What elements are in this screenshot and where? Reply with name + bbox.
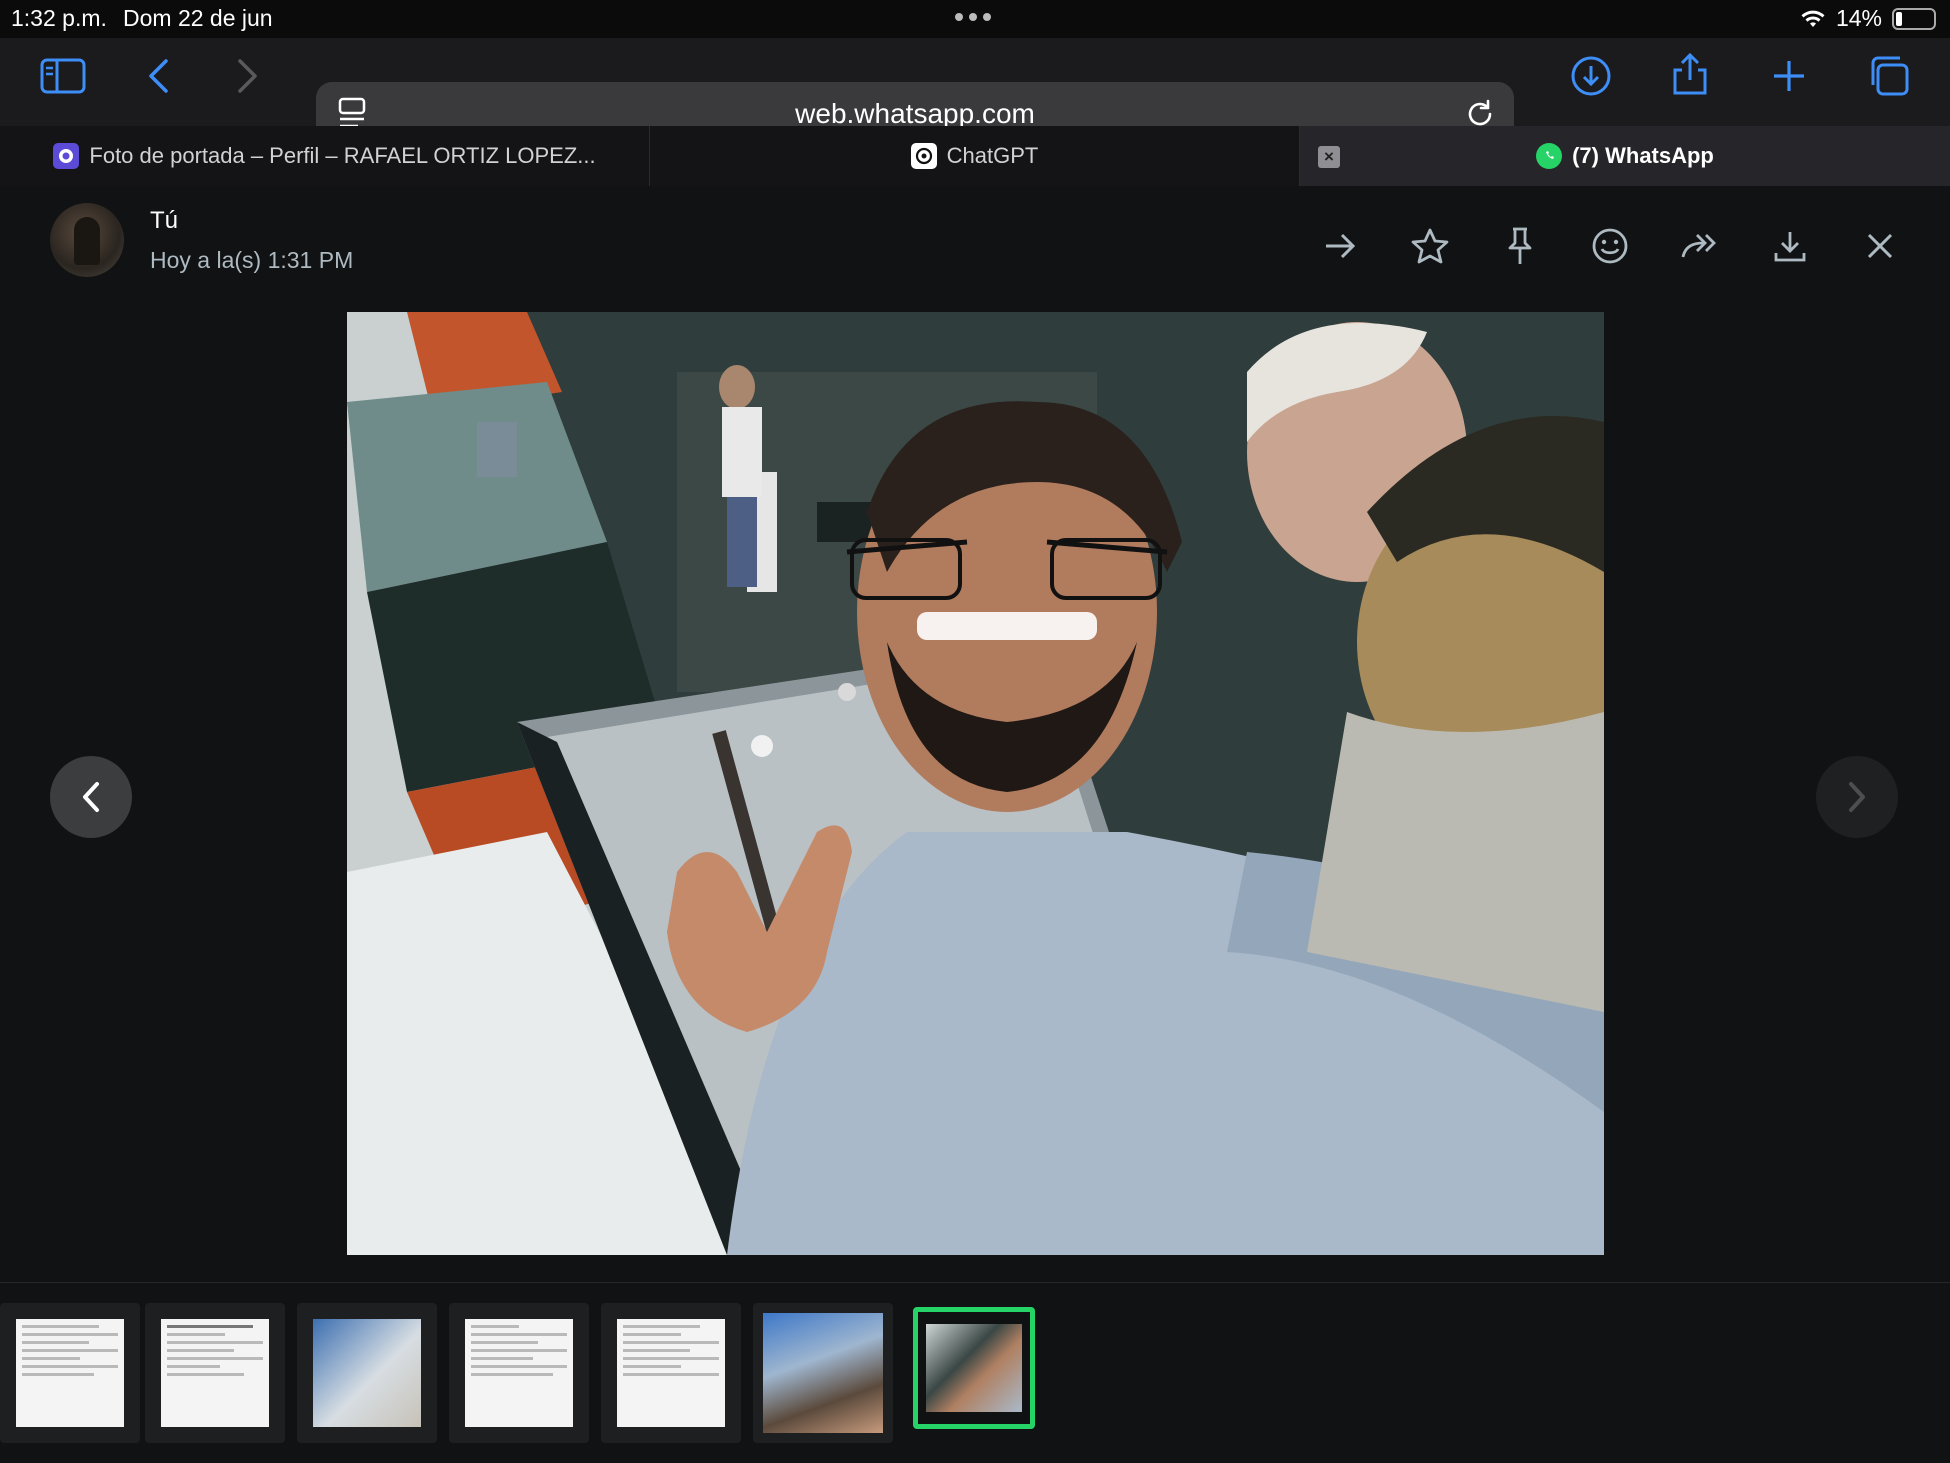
tab-facebook-profile[interactable]: Foto de portada – Perfil – RAFAEL ORTIZ … (0, 126, 650, 186)
close-icon[interactable] (1852, 218, 1908, 274)
whatsapp-favicon-icon (1536, 143, 1563, 169)
next-media-button[interactable] (1816, 756, 1898, 838)
thumbnail-receipt-2[interactable] (145, 1303, 285, 1443)
previous-media-button[interactable] (50, 756, 132, 838)
battery-percent: 14% (1835, 5, 1882, 31)
sender-info[interactable]: Tú Hoy a la(s) 1:31 PM (50, 203, 353, 277)
tab-overview-icon[interactable] (1860, 48, 1916, 104)
battery-icon (1892, 7, 1936, 30)
media-thumbnail-strip (0, 1282, 1950, 1463)
thumbnail-receipt-3[interactable] (449, 1303, 589, 1443)
selfie-photo (347, 312, 1604, 1255)
browser-toolbar: web.whatsapp.com (0, 38, 1950, 146)
forward-icon[interactable] (220, 48, 276, 104)
share-icon[interactable] (1662, 46, 1718, 102)
download-icon[interactable] (1762, 218, 1818, 274)
multitask-dots-icon[interactable] (955, 13, 991, 21)
avatar[interactable] (50, 203, 124, 277)
message-timestamp: Hoy a la(s) 1:31 PM (150, 246, 354, 273)
sidebar-toggle-icon[interactable] (35, 48, 91, 104)
status-time: 1:32 p.m. (11, 5, 107, 31)
react-emoji-icon[interactable] (1582, 218, 1638, 274)
star-icon[interactable] (1402, 218, 1458, 274)
tab-label: (7) WhatsApp (1572, 143, 1714, 168)
close-tab-icon[interactable]: × (1318, 146, 1340, 168)
sender-name: Tú (150, 206, 179, 234)
tab-whatsapp[interactable]: × (7) WhatsApp (1300, 126, 1950, 186)
tab-label: ChatGPT (946, 143, 1039, 168)
forward-message-icon[interactable] (1672, 218, 1728, 274)
tab-chatgpt[interactable]: ChatGPT (650, 126, 1300, 186)
thumbnail-party-photo[interactable] (297, 1303, 437, 1443)
facebook-favicon-icon (53, 143, 80, 169)
thumbnail-selfie-pool-selected[interactable] (913, 1307, 1035, 1429)
media-viewer: Tú Hoy a la(s) 1:31 PM (0, 186, 1950, 1463)
back-icon[interactable] (130, 48, 186, 104)
thumbnail-selfie-outdoor[interactable] (753, 1303, 893, 1443)
tab-label: Foto de portada – Perfil – RAFAEL ORTIZ … (89, 143, 596, 168)
downloads-icon[interactable] (1563, 48, 1619, 104)
thumbnail-receipt-1[interactable] (0, 1303, 140, 1443)
pin-icon[interactable] (1492, 218, 1548, 274)
status-date: Dom 22 de jun (123, 5, 273, 31)
thumbnail-receipt-4[interactable] (601, 1303, 741, 1443)
tab-bar: Foto de portada – Perfil – RAFAEL ORTIZ … (0, 126, 1950, 186)
status-bar: 1:32 p.m. Dom 22 de jun 14% (0, 0, 1950, 38)
wifi-icon (1801, 10, 1825, 27)
new-tab-icon[interactable] (1761, 48, 1817, 104)
chatgpt-favicon-icon (910, 143, 937, 169)
go-to-message-icon[interactable] (1312, 218, 1368, 274)
